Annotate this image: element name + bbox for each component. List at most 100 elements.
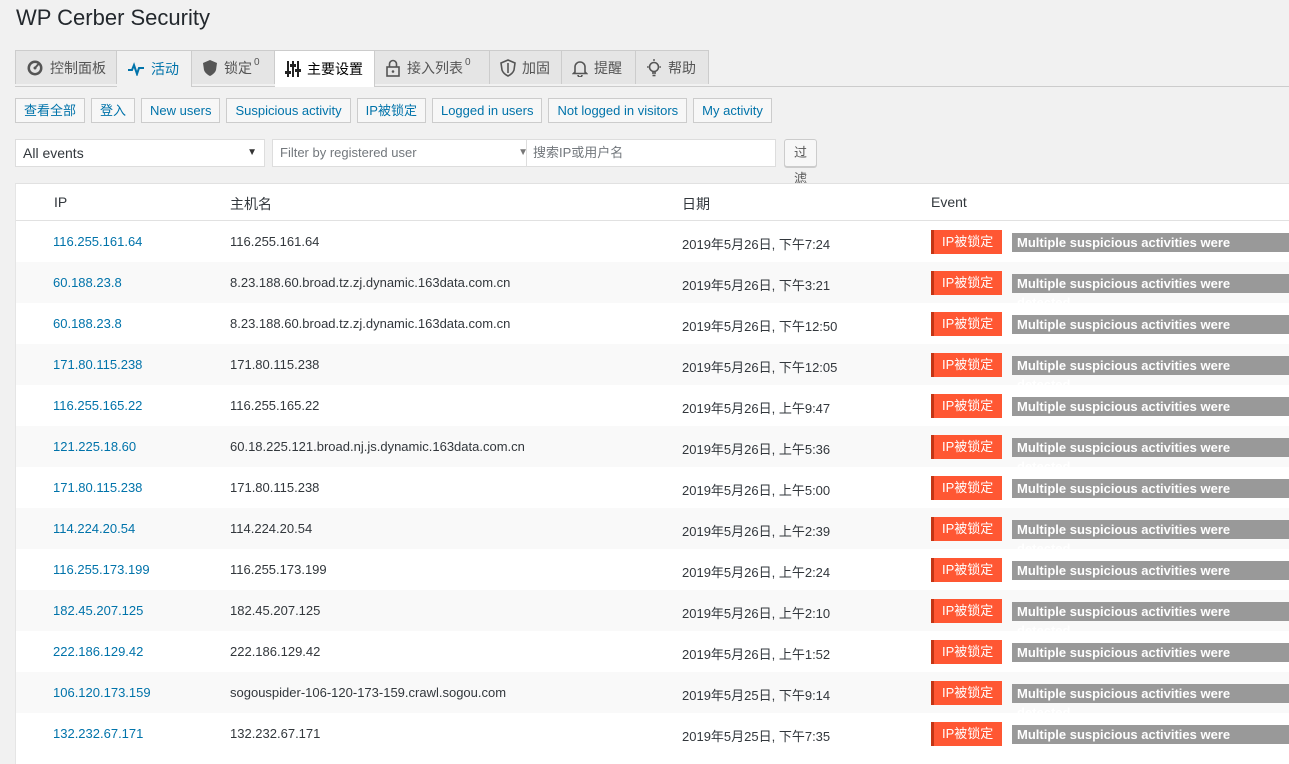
column-hostname[interactable]: 主机名 <box>230 194 272 214</box>
ip-link[interactable]: 116.255.173.199 <box>53 562 150 577</box>
ip-locked-badge: IP被锁定 <box>931 599 1003 623</box>
hostname: 60.18.225.121.broad.nj.js.dynamic.163dat… <box>230 439 525 454</box>
ip-link[interactable]: 60.188.23.8 <box>53 275 122 290</box>
column-event[interactable]: Event <box>931 194 967 210</box>
ip-locked-badge: IP被锁定 <box>931 681 1003 705</box>
date: 2019年5月25日, 下午7:35 <box>682 729 831 744</box>
table-row: 106.120.173.159 sogouspider-106-120-173-1… <box>16 672 1289 720</box>
ip-locked-badge: IP被锁定 <box>931 230 1003 254</box>
tab-hardening[interactable]: 加固 <box>490 50 562 84</box>
bell-icon <box>572 59 588 77</box>
tab-label: 活动 <box>151 61 179 77</box>
ip-link[interactable]: 171.80.115.238 <box>53 357 142 372</box>
tab-dashboard[interactable]: 控制面板 <box>15 50 117 84</box>
activity-icon <box>127 62 145 76</box>
hostname: 222.186.129.42 <box>230 644 321 659</box>
event-description: Multiple suspicious activities were dete… <box>1012 438 1289 474</box>
date: 2019年5月26日, 上午1:52 <box>682 647 831 662</box>
ip-locked-badge: IP被锁定 <box>931 517 1003 541</box>
event-description: Multiple suspicious activities were dete… <box>1012 725 1289 761</box>
table-row: 171.80.115.238 171.80.115.238 2019年5月26日, … <box>16 467 1289 515</box>
event-description: Multiple suspicious activities were dete… <box>1012 602 1289 638</box>
event-description: Multiple suspicious activities were dete… <box>1012 561 1289 597</box>
tab-notifications[interactable]: 提醒 <box>562 50 636 84</box>
event-description: Multiple suspicious activities were dete… <box>1012 684 1289 720</box>
ip-link[interactable]: 116.255.165.22 <box>53 398 142 413</box>
hostname: 116.255.161.64 <box>230 234 320 249</box>
tab-label: 帮助 <box>668 59 696 76</box>
link-logins[interactable]: 登入 <box>91 98 136 123</box>
date: 2019年5月26日, 上午2:39 <box>682 524 831 539</box>
user-filter-select[interactable]: Filter by registered user ▼ <box>272 139 536 167</box>
table-row: 116.255.165.22 116.255.165.22 2019年5月26日, … <box>16 385 1289 433</box>
date: 2019年5月26日, 下午3:21 <box>682 278 831 293</box>
ip-link[interactable]: 222.186.129.42 <box>53 644 143 659</box>
lightbulb-icon <box>646 58 662 77</box>
tab-label: 接入列表 <box>407 59 463 76</box>
column-ip[interactable]: IP <box>54 194 67 210</box>
ip-link[interactable]: 60.188.23.8 <box>53 316 122 331</box>
tab-bar: 控制面板 活动 锁定 0 主要设置 接入列表 0 加固 提醒 帮助 <box>15 50 1289 87</box>
hostname: 114.224.20.54 <box>230 521 313 536</box>
table-row: 222.186.129.42 222.186.129.42 2019年5月26日, … <box>16 631 1289 679</box>
tab-label: 提醒 <box>594 59 622 76</box>
event-description: Multiple suspicious activities were dete… <box>1012 233 1289 269</box>
date: 2019年5月26日, 下午12:05 <box>682 360 838 375</box>
event-description: Multiple suspicious activities were dete… <box>1012 397 1289 433</box>
tab-access-lists[interactable]: 接入列表 0 <box>375 50 490 84</box>
ip-link[interactable]: 171.80.115.238 <box>53 480 142 495</box>
ip-locked-badge: IP被锁定 <box>931 476 1003 500</box>
search-placeholder: 搜索IP或用户名 <box>533 145 624 160</box>
link-suspicious-activity[interactable]: Suspicious activity <box>226 98 351 123</box>
table-row: 114.224.20.54 114.224.20.54 2019年5月26日, 上午… <box>16 508 1289 556</box>
tab-main-settings[interactable]: 主要设置 <box>275 50 375 87</box>
table-row: 60.188.23.8 8.23.188.60.broad.tz.zj.dynam… <box>16 262 1289 310</box>
column-date[interactable]: 日期 <box>682 194 710 214</box>
hostname: 132.232.67.171 <box>230 726 321 741</box>
ip-link[interactable]: 114.224.20.54 <box>53 521 135 536</box>
access-list-count: 0 <box>465 56 471 68</box>
tab-activity[interactable]: 活动 <box>117 50 192 87</box>
filter-button[interactable]: 过滤 <box>784 139 818 186</box>
date: 2019年5月26日, 下午12:50 <box>682 319 838 334</box>
ip-locked-badge: IP被锁定 <box>931 353 1003 377</box>
table-row: 132.232.67.171 132.232.67.171 2019年5月25日, … <box>16 713 1289 761</box>
ip-link[interactable]: 106.120.173.159 <box>53 685 151 700</box>
date: 2019年5月26日, 上午9:47 <box>682 401 831 416</box>
lockout-count: 0 <box>254 56 260 68</box>
hostname: 182.45.207.125 <box>230 603 321 618</box>
hostname: 116.255.173.199 <box>230 562 327 577</box>
filter-links: 查看全部 登入 New users Suspicious activity IP… <box>15 98 772 123</box>
ip-link[interactable]: 182.45.207.125 <box>53 603 143 618</box>
ip-locked-badge: IP被锁定 <box>931 558 1003 582</box>
link-not-logged-in-visitors[interactable]: Not logged in visitors <box>548 98 688 123</box>
table-header: IP 主机名 日期 Event <box>16 184 1289 221</box>
hostname: sogouspider-106-120-173-159.crawl.sogou.… <box>230 685 507 700</box>
link-logged-in-users[interactable]: Logged in users <box>431 98 543 123</box>
tab-lockouts[interactable]: 锁定 0 <box>192 50 275 84</box>
tab-label: 加固 <box>522 59 550 76</box>
ip-locked-badge: IP被锁定 <box>931 722 1003 746</box>
link-view-all[interactable]: 查看全部 <box>15 98 86 123</box>
link-ip-locked[interactable]: IP被锁定 <box>356 98 426 123</box>
ip-link[interactable]: 132.232.67.171 <box>53 726 143 741</box>
event-description: Multiple suspicious activities were dete… <box>1012 315 1289 351</box>
event-type-select[interactable]: All events ▼ <box>15 139 265 167</box>
tab-help[interactable]: 帮助 <box>636 50 709 84</box>
hostname: 8.23.188.60.broad.tz.zj.dynamic.163data.… <box>230 275 511 290</box>
table-row: 171.80.115.238 171.80.115.238 2019年5月26日, … <box>16 344 1289 392</box>
shield-icon <box>202 59 218 77</box>
event-description: Multiple suspicious activities were dete… <box>1012 643 1289 679</box>
ip-link[interactable]: 121.225.18.60 <box>53 439 136 454</box>
link-my-activity[interactable]: My activity <box>693 98 772 123</box>
ip-locked-badge: IP被锁定 <box>931 312 1003 336</box>
ip-link[interactable]: 116.255.161.64 <box>53 234 142 249</box>
table-row: 121.225.18.60 60.18.225.121.broad.nj.js.d… <box>16 426 1289 474</box>
date: 2019年5月26日, 上午2:10 <box>682 606 831 621</box>
event-description: Multiple suspicious activities were dete… <box>1012 479 1289 515</box>
date: 2019年5月26日, 上午5:00 <box>682 483 831 498</box>
table-row: 60.188.23.8 8.23.188.60.broad.tz.zj.dynam… <box>16 303 1289 351</box>
search-ip-user-input[interactable]: 搜索IP或用户名 <box>526 139 776 167</box>
table-row: 182.45.207.125 182.45.207.125 2019年5月26日, … <box>16 590 1289 638</box>
link-new-users[interactable]: New users <box>141 98 221 123</box>
